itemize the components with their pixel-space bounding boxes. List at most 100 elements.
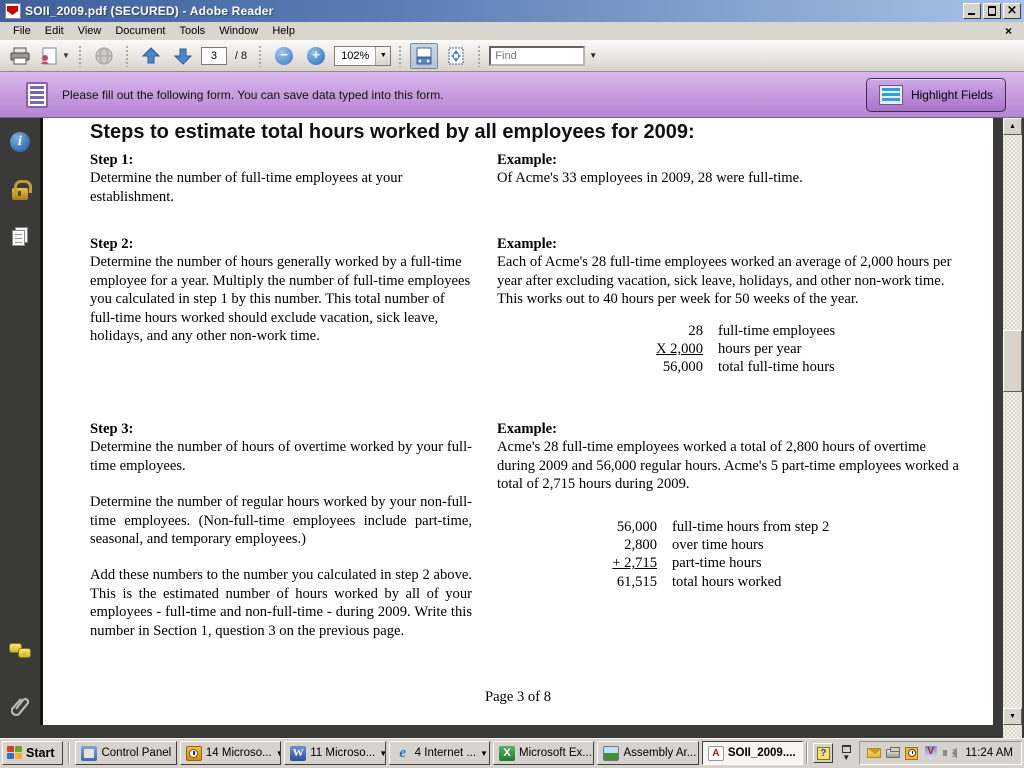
menu-window[interactable]: Window — [212, 23, 265, 39]
menu-view[interactable]: View — [71, 23, 109, 39]
clock-tray-icon[interactable] — [904, 746, 919, 760]
up-arrow-icon — [142, 47, 160, 65]
page-number-input[interactable] — [201, 47, 227, 65]
menu-tools[interactable]: Tools — [173, 23, 213, 39]
next-page-button[interactable] — [169, 43, 197, 69]
calc-row: 28 full-time employees — [585, 322, 963, 340]
volume-tray-icon[interactable] — [942, 746, 957, 760]
form-message: Please fill out the following form. You … — [62, 88, 866, 102]
comments-panel-button[interactable] — [8, 640, 32, 664]
fit-page-button[interactable] — [442, 43, 470, 69]
page-total-label: / 8 — [235, 50, 247, 62]
globe-icon — [94, 47, 114, 65]
scroll-up-button[interactable]: ▲ — [1003, 118, 1022, 135]
taskbar-button-label: Microsoft Ex... — [519, 747, 592, 759]
clock-app-icon — [186, 746, 202, 761]
collaborate-button-disabled[interactable] — [90, 43, 118, 69]
taskbar-group-word[interactable]: W 11 Microso... ▼ — [284, 741, 385, 765]
taskbar-button-control-panel[interactable]: Control Panel — [75, 741, 176, 765]
taskbar-button-label: Assembly Ar... — [623, 747, 696, 759]
start-label: Start — [26, 746, 54, 760]
taskbar-group-outlook[interactable]: 14 Microso... ▼ — [180, 741, 281, 765]
pdf-page: Steps to estimate total hours worked by … — [43, 118, 993, 725]
step2-title: Step 2: — [90, 235, 472, 253]
help-icon: ? — [817, 747, 830, 760]
help-tray-button[interactable]: ? — [813, 743, 833, 763]
zoom-level-value: 102% — [335, 50, 375, 62]
start-button[interactable]: Start — [2, 741, 63, 765]
calc-number: 56,000 — [539, 518, 657, 536]
scroll-down-button[interactable]: ▼ — [1003, 708, 1022, 725]
excel-icon: X — [499, 746, 515, 761]
share-dropdown-icon[interactable]: ▼ — [62, 51, 70, 60]
zoom-in-icon: + — [307, 47, 325, 65]
highlight-fields-button[interactable]: Highlight Fields — [866, 78, 1006, 112]
taskbar-divider — [806, 742, 808, 764]
example2-calculation: 28 full-time employees X 2,000 hours per… — [585, 322, 963, 377]
highlight-fields-label: Highlight Fields — [911, 88, 993, 102]
group-dropdown-icon[interactable]: ▼ — [276, 749, 282, 758]
toggle-dropdown-icon[interactable]: ▼ — [842, 754, 850, 762]
zoom-out-icon: − — [275, 47, 293, 65]
security-settings-button[interactable] — [8, 178, 32, 202]
previous-page-button[interactable] — [137, 43, 165, 69]
group-dropdown-icon[interactable]: ▼ — [379, 749, 385, 758]
zoom-level-combo[interactable]: 102% ▼ — [334, 46, 391, 66]
toolbar: ▼ / 8 − + 102% ▼ — [0, 40, 1024, 72]
example1-title: Example: — [497, 151, 963, 169]
attachments-panel-button[interactable] — [8, 694, 32, 718]
window-title: SOII_2009.pdf (SECURED) - Adobe Reader — [25, 4, 963, 18]
group-dropdown-icon[interactable]: ▼ — [480, 749, 488, 758]
calc-number: 28 — [585, 322, 703, 340]
antivirus-shield-tray-icon[interactable]: V — [923, 746, 938, 760]
menu-document[interactable]: Document — [108, 23, 172, 39]
calc-row: + 2,715 part-time hours — [539, 554, 963, 572]
taskbar-button-excel[interactable]: X Microsoft Ex... — [493, 741, 594, 765]
minimize-icon — [968, 13, 975, 15]
lock-icon — [12, 188, 28, 200]
taskbar-button-soii-pdf-active[interactable]: A SOII_2009.... — [702, 741, 803, 765]
taskbar-button-label: SOII_2009.... — [728, 747, 796, 759]
vertical-scrollbar[interactable]: ▲ ▼ — [1003, 118, 1022, 738]
find-dropdown-icon[interactable]: ▼ — [589, 51, 597, 60]
printer-icon — [9, 47, 31, 65]
document-close-icon[interactable]: × — [999, 24, 1018, 38]
taskbar: Start Control Panel 14 Microso... ▼ W 11… — [0, 738, 1024, 768]
minimize-button[interactable] — [963, 3, 981, 19]
taskbar-button-label: 4 Internet ... — [415, 747, 476, 759]
page-heading: Steps to estimate total hours worked by … — [90, 121, 695, 144]
calc-label: over time hours — [672, 536, 764, 554]
taskbar-button-assembly[interactable]: Assembly Ar... — [597, 741, 698, 765]
scrollbar-thumb[interactable] — [1003, 330, 1022, 392]
taskbar-button-label: 14 Microso... — [206, 747, 272, 759]
find-input[interactable] — [489, 46, 585, 66]
step3-paragraph-3: Add these numbers to the number you calc… — [90, 566, 472, 640]
print-button[interactable] — [6, 43, 34, 69]
menu-file[interactable]: File — [6, 23, 38, 39]
taskbar-divider — [68, 742, 70, 764]
example3-body: Acme's 28 full-time employees worked a t… — [497, 438, 963, 493]
zoom-in-button[interactable]: + — [302, 43, 330, 69]
menu-edit[interactable]: Edit — [38, 23, 71, 39]
menu-help[interactable]: Help — [265, 23, 302, 39]
toolbar-grip — [398, 45, 403, 67]
scrolling-mode-button[interactable] — [410, 43, 438, 69]
restore-button[interactable] — [983, 3, 1001, 19]
close-button[interactable]: × — [1003, 3, 1021, 19]
pages-panel-button[interactable] — [8, 224, 32, 248]
example3-calculation: 56,000 full-time hours from step 2 2,800… — [539, 518, 963, 592]
toolbar-toggle-button[interactable]: ▼ — [836, 745, 856, 762]
window-controls: × — [963, 3, 1021, 19]
new-mail-tray-icon[interactable] — [866, 746, 881, 760]
printer-tray-icon[interactable] — [885, 746, 900, 760]
zoom-dropdown-icon[interactable]: ▼ — [375, 47, 390, 65]
calc-row: 61,515 total hours worked — [539, 573, 963, 591]
taskbar-group-internet-explorer[interactable]: e 4 Internet ... ▼ — [389, 741, 490, 765]
step3-paragraph-2: Determine the number of regular hours wo… — [90, 493, 472, 548]
document-info-button[interactable]: i — [8, 130, 32, 154]
step2-body: Determine the number of hours generally … — [90, 253, 472, 345]
down-arrow-icon — [174, 47, 192, 65]
zoom-out-button[interactable]: − — [270, 43, 298, 69]
share-document-button[interactable]: ▼ — [38, 43, 71, 69]
example1-body: Of Acme's 33 employees in 2009, 28 were … — [497, 169, 963, 187]
